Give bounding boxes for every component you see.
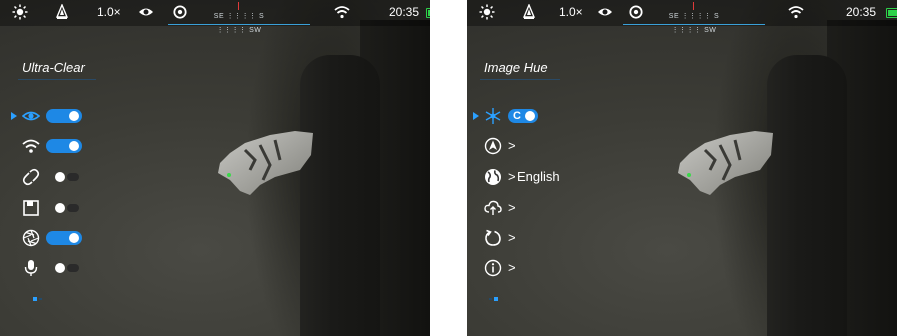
chevron-right-icon: > <box>508 230 516 245</box>
hotspot-link-icon <box>22 168 40 186</box>
chevron-right-icon: > <box>508 260 516 275</box>
image-hue-toggle[interactable]: C <box>508 109 538 123</box>
wifi-status-icon <box>334 6 350 19</box>
thermal-boar-image <box>678 131 773 195</box>
selection-cursor-icon <box>473 112 479 120</box>
compass-navigation-icon <box>484 137 502 155</box>
title-underline <box>480 79 560 80</box>
chevron-right-icon: > <box>508 200 516 215</box>
cloud-upload-icon <box>484 200 502 215</box>
page-indicator-active <box>33 297 37 301</box>
wifi-icon <box>22 139 40 153</box>
ultra-clear-toggle[interactable] <box>46 109 82 123</box>
selection-cursor-icon <box>11 112 17 120</box>
zoom-level: 1.0× <box>559 5 583 19</box>
compass-heading-marker <box>693 2 694 10</box>
brightness-sun-icon[interactable] <box>12 4 28 20</box>
device-screen-left: 1.0× SE ⋮⋮⋮⋮ S ⋮⋮⋮⋮ SW 20:35 Ultra-Clear <box>0 0 430 336</box>
page-indicator-active <box>494 297 498 301</box>
eye-icon <box>22 111 40 121</box>
wifi-toggle[interactable] <box>46 139 82 153</box>
snowflake-icon <box>485 108 501 124</box>
compass-strip: SE ⋮⋮⋮⋮ S ⋮⋮⋮⋮ SW <box>623 2 765 34</box>
compass-line <box>623 24 765 25</box>
shutter-toggle[interactable] <box>46 231 82 245</box>
compass-heading-marker <box>238 2 239 10</box>
battery-icon <box>886 8 897 18</box>
shutter-aperture-icon <box>22 229 40 247</box>
chevron-right-icon: > <box>508 138 516 153</box>
menu-title: Image Hue <box>484 60 548 75</box>
chevron-right-icon: > <box>508 169 516 184</box>
compass-strip: SE ⋮⋮⋮⋮ S ⋮⋮⋮⋮ SW <box>168 2 310 34</box>
compass-line <box>168 24 310 25</box>
scene-mode-icon[interactable] <box>522 4 536 20</box>
thermal-boar-image <box>218 131 313 195</box>
clock-time: 20:35 <box>389 5 420 19</box>
brightness-sun-icon[interactable] <box>479 4 495 20</box>
tree-trunk <box>767 55 847 336</box>
eye-icon <box>598 8 612 16</box>
page-indicator <box>489 298 492 300</box>
page-indicator <box>39 298 42 300</box>
globe-icon <box>485 169 501 185</box>
microphone-toggle[interactable] <box>46 261 82 275</box>
scene-mode-icon[interactable] <box>55 4 69 20</box>
memory-card-icon <box>23 200 39 216</box>
zoom-level: 1.0× <box>97 5 121 19</box>
hotspot-toggle[interactable] <box>46 170 82 184</box>
microphone-icon <box>24 260 38 276</box>
clock-time: 20:35 <box>846 5 877 19</box>
storage-toggle[interactable] <box>46 201 82 215</box>
shutter-icon <box>173 5 187 19</box>
restore-icon <box>485 229 501 246</box>
menu-title: Ultra-Clear <box>22 60 85 75</box>
wifi-status-icon <box>788 6 804 19</box>
status-bar: 1.0× SE ⋮⋮⋮⋮ S ⋮⋮⋮⋮ SW 20:35 <box>467 0 897 34</box>
hue-mode-label: C <box>513 110 521 122</box>
title-underline <box>18 79 96 80</box>
status-bar: 1.0× SE ⋮⋮⋮⋮ S ⋮⋮⋮⋮ SW 20:35 <box>0 0 430 34</box>
shutter-icon <box>629 5 643 19</box>
battery-icon <box>426 8 430 18</box>
language-value: English <box>517 169 560 184</box>
eye-icon <box>139 8 153 16</box>
info-icon <box>484 259 502 277</box>
device-screen-right: 1.0× SE ⋮⋮⋮⋮ S ⋮⋮⋮⋮ SW 20:35 Image Hue C <box>467 0 897 336</box>
